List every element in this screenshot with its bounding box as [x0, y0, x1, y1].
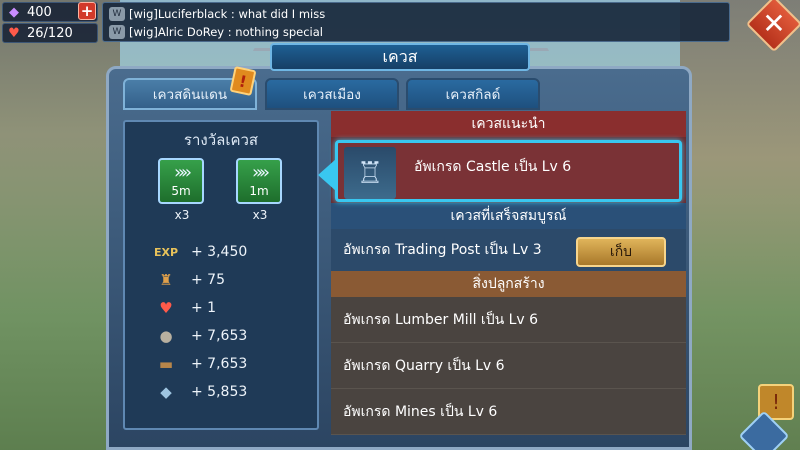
chat-line: W [wig]Alric DoRey : nothing special: [109, 23, 723, 41]
heart-icon: ♥: [8, 25, 20, 41]
quest-label: อัพเกรด Quarry เป็น Lv 6: [343, 357, 505, 374]
list-item[interactable]: อัพเกรด Lumber Mill เป็น Lv 6: [331, 297, 686, 343]
completed-quest-label: อัพเกรด Trading Post เป็น Lv 3: [343, 242, 542, 258]
speedup-icon: »» 1m: [236, 158, 282, 204]
stamina-amount: 26/120: [27, 25, 73, 41]
completed-quest: อัพเกรด Trading Post เป็น Lv 3 เก็บ: [331, 229, 686, 271]
recommended-header: เควสแนะนำ: [331, 111, 686, 137]
recommended-quest[interactable]: ♖ อัพเกรด Castle เป็น Lv 6: [318, 140, 682, 202]
boost-time: 1m: [249, 184, 269, 198]
guild-badge-icon: W: [109, 7, 125, 21]
reward-row: ♥ + 1: [125, 294, 317, 322]
background-right: [680, 0, 800, 450]
pointer-arrow: [318, 159, 336, 191]
alert-icon: !: [771, 390, 781, 414]
quest-label: อัพเกรด Lumber Mill เป็น Lv 6: [343, 311, 539, 328]
exp-icon: EXP: [153, 245, 179, 259]
reward-value: + 7,653: [191, 328, 248, 344]
recommended-quest-label: อัพเกรด Castle เป็น Lv 6: [414, 159, 572, 175]
quest-rewards: รางวัลเควส »» 5m x3 »» 1m x3 EXP + 3,450…: [123, 120, 319, 430]
ore-icon: ◆: [160, 383, 172, 401]
boost-item[interactable]: »» 1m x3: [236, 158, 284, 222]
heart-icon: ♥: [159, 299, 173, 317]
reward-value: + 75: [191, 272, 225, 288]
stamina-counter[interactable]: ♥ 26/120: [2, 23, 98, 43]
reward-row: ◆ + 5,853: [125, 378, 317, 406]
chat-separator: :: [227, 7, 239, 21]
collect-button[interactable]: เก็บ: [576, 237, 666, 267]
plus-icon: +: [80, 2, 94, 20]
list-item[interactable]: อัพเกรด Quarry เป็น Lv 6: [331, 343, 686, 389]
stone-icon: ●: [159, 327, 173, 345]
recommended-section: ♖ อัพเกรด Castle เป็น Lv 6: [318, 137, 686, 203]
list-item[interactable]: อัพเกรด Mines เป็น Lv 6: [331, 389, 686, 435]
gem-icon: ◆: [9, 4, 19, 20]
chat-message: nothing special: [235, 25, 323, 39]
reward-row: ▬ + 7,653: [125, 350, 317, 378]
guild-badge-icon: W: [109, 25, 125, 39]
gem-amount: 400: [27, 4, 52, 20]
add-gems-button[interactable]: +: [78, 2, 96, 20]
title-wing-right: [525, 48, 557, 64]
boost-qty: x3: [174, 208, 190, 222]
reward-value: + 1: [191, 300, 217, 316]
reward-row: ● + 7,653: [125, 322, 317, 350]
reward-value: + 7,653: [191, 356, 248, 372]
reward-row: ♜ + 75: [125, 266, 317, 294]
chat-box[interactable]: W [wig]Luciferblack : what did I miss W …: [102, 2, 730, 42]
quest-content: เควสแนะนำ ♖ อัพเกรด Castle เป็น Lv 6 เคว…: [318, 111, 686, 450]
reward-row: EXP + 3,450: [125, 238, 317, 266]
boost-item[interactable]: »» 5m x3: [158, 158, 206, 222]
completed-header: เควสที่เสร็จสมบูรณ์: [331, 203, 686, 229]
boost-list: »» 5m x3 »» 1m x3: [143, 158, 299, 222]
reward-list: EXP + 3,450 ♜ + 75 ♥ + 1 ● + 7,653 ▬ + 7…: [125, 238, 317, 406]
close-icon: ✕: [762, 6, 786, 40]
window-title: เควส: [270, 43, 530, 71]
chat-author: [wig]Alric DoRey: [129, 25, 225, 39]
chat-author: [wig]Luciferblack: [129, 7, 228, 21]
boost-qty: x3: [252, 208, 268, 222]
rewards-title: รางวัลเควส: [183, 131, 259, 149]
reward-value: + 5,853: [191, 384, 248, 400]
background-left: [0, 0, 120, 450]
boost-time: 5m: [171, 184, 191, 198]
speedup-icon: »» 5m: [158, 158, 204, 204]
chat-message: what did I miss: [238, 7, 326, 21]
quest-label: อัพเกรด Mines เป็น Lv 6: [343, 403, 498, 420]
tab-guild-quests[interactable]: เควสกิลด์: [406, 78, 540, 110]
chat-line: W [wig]Luciferblack : what did I miss: [109, 5, 723, 23]
hero-exp-icon: ♜: [159, 271, 173, 289]
reward-value: + 3,450: [191, 244, 248, 260]
chat-separator: :: [224, 25, 236, 39]
construction-header: สิ่งปลูกสร้าง: [331, 271, 686, 297]
castle-icon: ♖: [344, 147, 396, 199]
wood-icon: ▬: [158, 355, 174, 373]
tab-city-quests[interactable]: เควสเมือง: [265, 78, 399, 110]
